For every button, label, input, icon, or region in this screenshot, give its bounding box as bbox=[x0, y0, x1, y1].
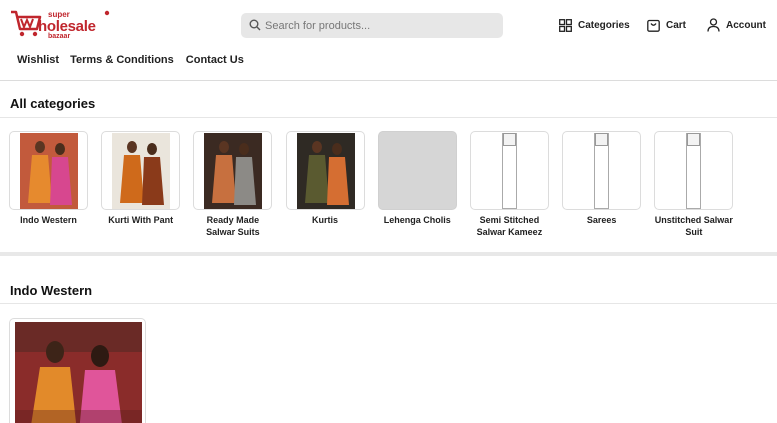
product-image bbox=[15, 322, 142, 423]
category-label: Sarees bbox=[586, 215, 617, 225]
search-icon bbox=[249, 19, 261, 31]
category-image bbox=[377, 131, 457, 210]
header-divider bbox=[0, 80, 777, 81]
product-card[interactable] bbox=[9, 318, 146, 423]
cart-button[interactable]: Cart bbox=[647, 17, 686, 33]
category-image bbox=[9, 131, 88, 210]
broken-image-icon bbox=[502, 133, 516, 146]
indo-western-title: Indo Western bbox=[10, 283, 93, 298]
category-photo bbox=[112, 133, 171, 209]
search-input[interactable] bbox=[265, 13, 495, 38]
category-tile[interactable]: Ready Made Salwar Suits bbox=[193, 131, 273, 238]
user-icon bbox=[707, 18, 720, 32]
category-label: Ready Made Salwar Suits bbox=[206, 215, 260, 237]
categories-label: Categories bbox=[578, 19, 630, 31]
category-list: Indo Western Kurti With Pant Ready Made Sa… bbox=[9, 131, 747, 238]
header: super holesale bazaar Categories Cart bbox=[0, 0, 777, 48]
nav-terms[interactable]: Terms & Conditions bbox=[70, 52, 174, 70]
brand-line2: holesale bbox=[38, 18, 96, 35]
category-tile[interactable]: Kurti With Pant bbox=[101, 131, 181, 238]
category-label: Unstitched Salwar Suit bbox=[654, 215, 733, 237]
registered-dot-icon bbox=[104, 10, 110, 16]
broken-image-icon bbox=[595, 133, 609, 146]
bag-icon bbox=[647, 19, 660, 32]
category-image bbox=[469, 131, 549, 210]
top-nav: Wishlist Terms & Conditions Contact Us bbox=[0, 52, 244, 70]
brand-line3: bazaar bbox=[48, 33, 71, 40]
nav-wishlist[interactable]: Wishlist bbox=[17, 52, 59, 70]
account-label: Account bbox=[726, 19, 766, 31]
category-label: Kurti With Pant bbox=[108, 215, 174, 225]
category-photo bbox=[204, 133, 263, 209]
category-image bbox=[562, 131, 642, 210]
category-label: Indo Western bbox=[20, 215, 77, 225]
brand-logo[interactable]: super holesale bazaar bbox=[10, 9, 110, 41]
category-tile[interactable]: Semi Stitched Salwar Kameez bbox=[469, 131, 549, 238]
grid-icon bbox=[559, 18, 572, 32]
category-tile[interactable]: Unstitched Salwar Suit bbox=[654, 131, 734, 238]
category-tile[interactable]: Sarees bbox=[562, 131, 642, 238]
section-divider bbox=[0, 117, 777, 118]
category-tile[interactable]: Indo Western bbox=[9, 131, 88, 238]
category-photo bbox=[296, 133, 355, 209]
category-tile[interactable]: Lehenga Cholis bbox=[377, 131, 457, 238]
section-divider bbox=[0, 303, 777, 304]
category-image bbox=[193, 131, 273, 210]
account-button[interactable]: Account bbox=[707, 17, 766, 33]
category-label: Kurtis bbox=[312, 215, 339, 225]
nav-contact[interactable]: Contact Us bbox=[186, 52, 244, 70]
category-photo bbox=[20, 133, 78, 209]
category-label: Semi Stitched Salwar Kameez bbox=[476, 215, 543, 237]
all-categories-title: All categories bbox=[10, 96, 96, 111]
categories-button[interactable]: Categories bbox=[559, 17, 630, 33]
category-label: Lehenga Cholis bbox=[383, 215, 451, 225]
cart-label: Cart bbox=[666, 19, 687, 31]
broken-image-icon bbox=[687, 133, 701, 146]
search-bar[interactable] bbox=[241, 13, 503, 38]
category-image bbox=[285, 131, 365, 210]
section-separator bbox=[0, 252, 777, 256]
category-tile[interactable]: Kurtis bbox=[285, 131, 365, 238]
category-image bbox=[101, 131, 181, 210]
category-image bbox=[654, 131, 734, 210]
